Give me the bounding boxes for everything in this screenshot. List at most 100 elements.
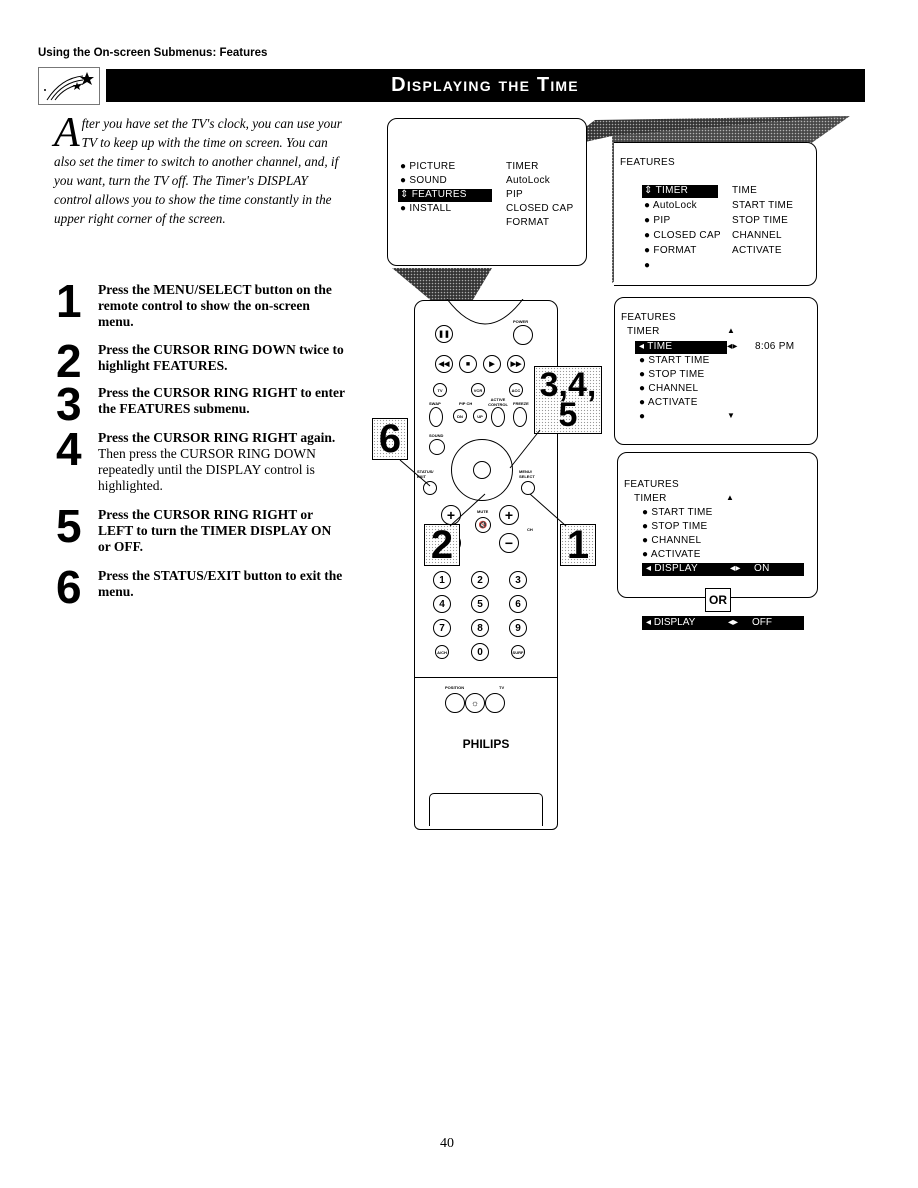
menu-item-format[interactable]: ● FORMAT [644, 245, 697, 256]
light-button[interactable]: ☼ [465, 693, 485, 713]
submenu-item: TIME [732, 185, 758, 196]
submenu-item: STOP TIME [732, 215, 789, 226]
step-number: 2 [56, 335, 82, 387]
screen-subtitle: TIMER [634, 493, 667, 504]
step-1: 1 Press the MENU/SELECT button on the re… [56, 275, 346, 330]
screen-features-menu: FEATURES ⇕ TIMER ● AutoLock ● PIP ● CLOS… [614, 142, 817, 286]
step-text-bold: Press the CURSOR RING RIGHT or LEFT to t… [98, 507, 332, 554]
digit-5-button[interactable]: 5 [471, 595, 489, 613]
screen-subtitle: TIMER [627, 326, 660, 337]
submenu-item: CLOSED CAP [506, 203, 574, 214]
step-number: 5 [56, 500, 82, 552]
menu-item-display-alt: ◂ DISPLAY [646, 617, 696, 628]
menu-item-features[interactable]: ⇕ FEATURES [400, 189, 467, 200]
surf-button[interactable]: SURF [511, 645, 525, 659]
step-text-bold: Press the CURSOR RING RIGHT again. [98, 430, 336, 445]
step-text-normal: Then press the CURSOR RING DOWN repeated… [98, 446, 316, 493]
menu-item-stop-time[interactable]: ● STOP TIME [639, 369, 704, 380]
menu-item-time[interactable]: ◂ TIME [639, 341, 672, 352]
scroll-down-icon: ▼ [727, 411, 736, 420]
callout-leader-lines [399, 429, 567, 527]
left-right-arrows-icon: ◂▸ [727, 341, 738, 352]
step-number: 6 [56, 561, 82, 613]
pause-button[interactable]: ❚❚ [435, 325, 453, 343]
menu-item-install[interactable]: ● INSTALL [400, 203, 451, 214]
menu-item-start-time[interactable]: ● START TIME [639, 355, 710, 366]
page-banner: Displaying the Time [106, 69, 864, 102]
submenu-item: FORMAT [506, 217, 550, 228]
step-6: 6 Press the STATUS/EXIT button to exit t… [56, 561, 346, 613]
digit-9-button[interactable]: 9 [509, 619, 527, 637]
digit-0-button[interactable]: 0 [471, 643, 489, 661]
step-2: 2 Press the CURSOR RING DOWN twice to hi… [56, 335, 346, 387]
menu-item-stop-time[interactable]: ● STOP TIME [642, 521, 707, 532]
screen-title: FEATURES [621, 312, 676, 323]
or-label: OR [705, 588, 731, 612]
menu-item-channel[interactable]: ● CHANNEL [639, 383, 698, 394]
menu-item-timer[interactable]: ⇕ TIMER [644, 185, 688, 196]
digit-7-button[interactable]: 7 [433, 619, 451, 637]
banner-divider [864, 69, 865, 102]
tv-label: TV [499, 685, 505, 690]
display-value-on: ON [754, 563, 770, 574]
left-right-arrows-icon: ◂▸ [728, 617, 739, 628]
menu-item-autolock[interactable]: ● AutoLock [644, 200, 697, 211]
menu-item-display[interactable]: ◂ DISPLAY [646, 563, 698, 574]
position-label: POSITION [445, 685, 465, 690]
submenu-item: START TIME [732, 200, 794, 211]
submenu-item: PIP [506, 189, 524, 200]
menu-item-picture[interactable]: ● PICTURE [400, 161, 455, 172]
page-number: 40 [440, 1136, 454, 1151]
time-value: 8:06 PM [755, 341, 795, 352]
a-ch-button[interactable]: A/CH [435, 645, 449, 659]
remote-divider [415, 677, 557, 678]
menu-item-start-time[interactable]: ● START TIME [642, 507, 713, 518]
menu-item-empty: ● [639, 411, 646, 422]
intro-paragraph: After you have set the TV's clock, you c… [54, 110, 344, 228]
intro-text: fter you have set the TV's clock, you ca… [54, 116, 342, 226]
power-label: POWER [513, 319, 529, 324]
screen-display-menu: FEATURES TIMER ▲ ● START TIME ● STOP TIM… [617, 452, 818, 598]
section-title: Using the On-screen Submenus: Features [38, 47, 268, 59]
digit-4-button[interactable]: 4 [433, 595, 451, 613]
step-text-bold: Press the MENU/SELECT button on the remo… [98, 282, 332, 329]
menu-item-pip[interactable]: ● PIP [644, 215, 670, 226]
brand-logo: PHILIPS [462, 737, 510, 751]
step-number: 1 [56, 275, 82, 327]
step-5: 5 Press the CURSOR RING RIGHT or LEFT to… [56, 500, 346, 555]
digit-6-button[interactable]: 6 [509, 595, 527, 613]
menu-item-sound[interactable]: ● SOUND [400, 175, 447, 186]
menu-item-closed-cap[interactable]: ● CLOSED CAP [644, 230, 721, 241]
step-3: 3 Press the CURSOR RING RIGHT to enter t… [56, 378, 346, 430]
submenu-item: AutoLock [506, 175, 551, 186]
screen-title: FEATURES [620, 157, 675, 168]
step-text-bold: Press the CURSOR RING RIGHT to enter the… [98, 385, 345, 416]
step-number: 3 [56, 378, 82, 430]
digit-8-button[interactable]: 8 [471, 619, 489, 637]
shooting-star-icon [38, 67, 100, 105]
menu-item-empty: ● [644, 260, 651, 271]
step-4: 4 Press the CURSOR RING RIGHT again. The… [56, 423, 346, 494]
menu-item-channel[interactable]: ● CHANNEL [642, 535, 701, 546]
submenu-item: ACTIVATE [732, 245, 782, 256]
drop-cap: A [54, 110, 80, 156]
step-text-bold: Press the CURSOR RING DOWN twice to high… [98, 342, 344, 373]
screen-timer-menu: FEATURES TIMER ▲ ◂ TIME ◂▸ 8:06 PM ● STA… [614, 297, 818, 445]
menu-item-activate[interactable]: ● ACTIVATE [639, 397, 698, 408]
step-text-bold: Press the STATUS/EXIT button to exit the… [98, 568, 343, 599]
display-value-off: OFF [752, 617, 772, 628]
submenu-item: TIMER [506, 161, 539, 172]
screen-title: FEATURES [624, 479, 679, 490]
battery-cover [429, 793, 543, 826]
tv-button-bottom[interactable] [485, 693, 505, 713]
scroll-up-icon: ▲ [727, 326, 736, 335]
step-number: 4 [56, 423, 82, 475]
position-button[interactable] [445, 693, 465, 713]
banner-title: Displaying the Time [391, 74, 579, 96]
remote-ir-window [446, 299, 524, 325]
power-button[interactable] [513, 325, 533, 345]
left-right-arrows-icon: ◂▸ [730, 563, 741, 574]
menu-item-activate[interactable]: ● ACTIVATE [642, 549, 701, 560]
display-off-bar: ◂ DISPLAY ◂▸ OFF [642, 616, 804, 630]
screen-main-menu: ● PICTURE ● SOUND ⇕ FEATURES ● INSTALL T… [387, 118, 587, 266]
